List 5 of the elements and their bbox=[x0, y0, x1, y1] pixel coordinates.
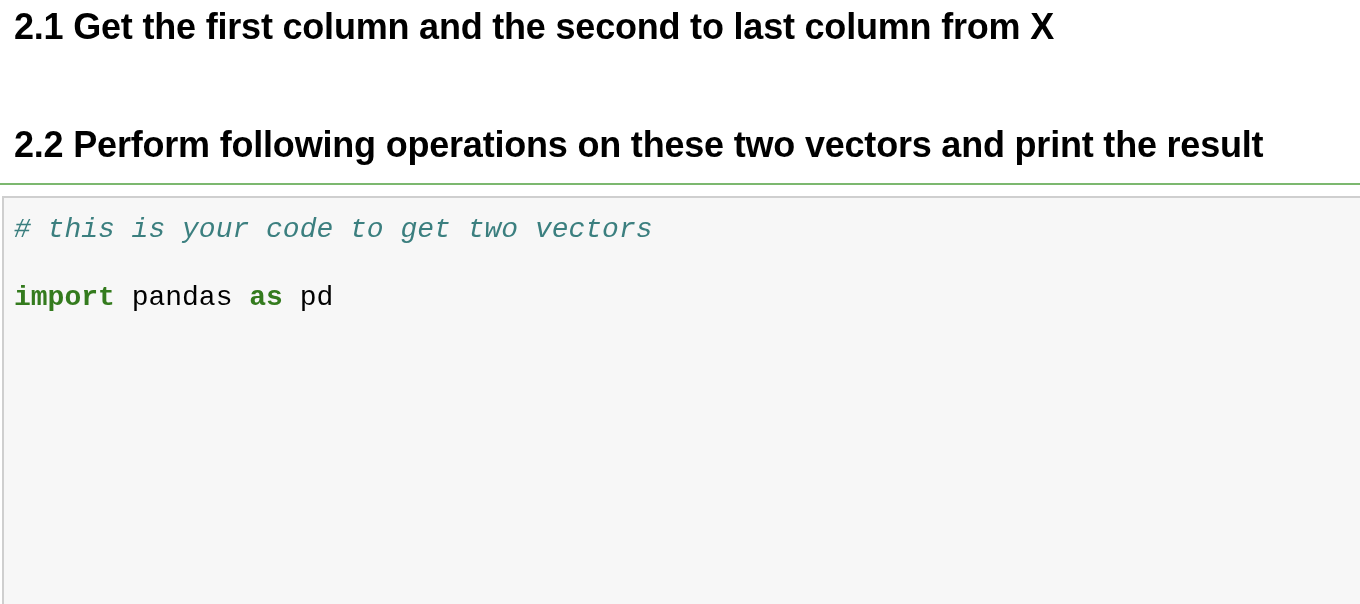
section-heading: 2.2 Perform following operations on these two vectors and print the result bbox=[14, 124, 1264, 166]
code-comment: # this is your code to get two vectors bbox=[14, 214, 653, 245]
code-editor[interactable]: # this is your code to get two vectors import pandas as pd bbox=[2, 196, 1360, 604]
section-heading: 2.1 Get the first column and the second to last column from X bbox=[14, 6, 1054, 48]
code-line: import pandas as pd bbox=[14, 282, 334, 313]
